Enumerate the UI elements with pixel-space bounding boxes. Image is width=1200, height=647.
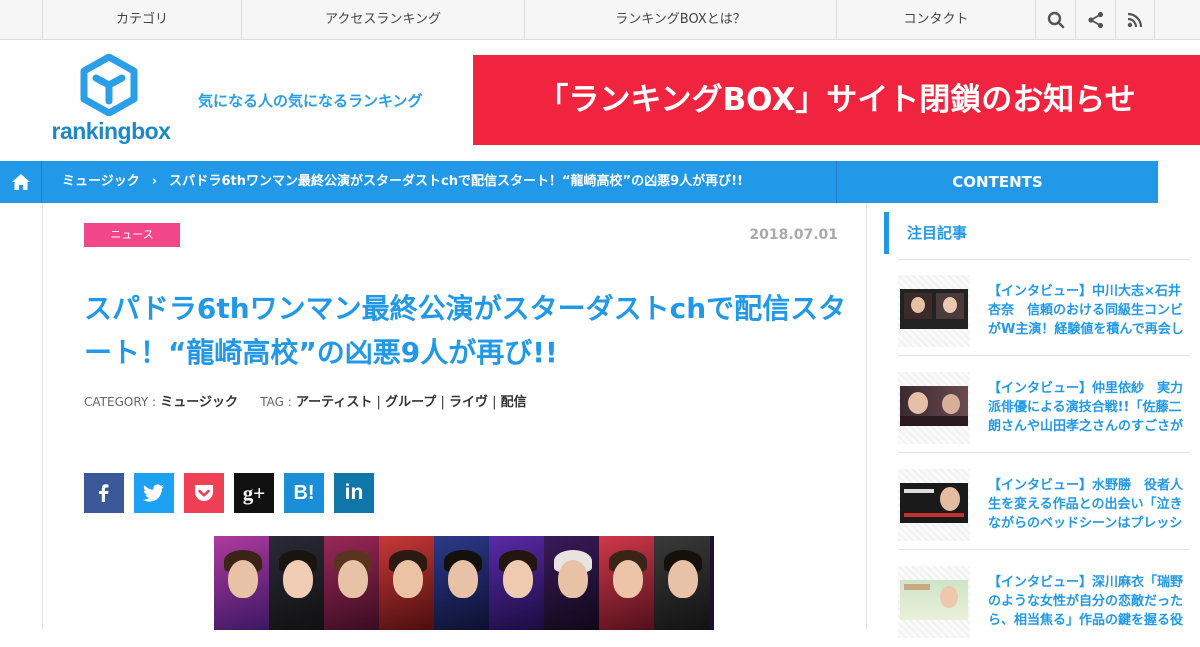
logo-wordmark: rankingbox [51, 118, 171, 144]
performer-photo [654, 536, 710, 630]
pocket-share-button[interactable] [184, 473, 224, 513]
article-thumbnail[interactable] [898, 372, 970, 444]
sidebar-article-title[interactable]: 【インタビュー】深川麻衣「瑞野のような女性が自分の恋敵だったら、相当焦る」作品の… [988, 573, 1188, 630]
rss-icon[interactable] [1115, 0, 1155, 40]
site-header: rankingbox 気になる人の気になるランキング 「ランキングBOX」サイト… [0, 40, 1200, 160]
performer-photo [379, 536, 435, 630]
nav-item-label: コンタクト [903, 12, 969, 27]
article-meta: CATEGORY : ミュージック TAG : アーティスト | グループ | … [84, 391, 527, 410]
sidebar-article-title[interactable]: 【インタビュー】中川大志×石井杏奈 信頼のおける同級生コンビがW主演！経験値を積… [988, 282, 1188, 339]
tag-separator: | [440, 395, 445, 410]
article-hero-image [214, 536, 714, 630]
chevron-right-icon: › [151, 174, 158, 189]
performer-photo [544, 536, 600, 630]
tag-separator: | [376, 395, 381, 410]
performer-photo [214, 536, 270, 630]
search-icon[interactable] [1035, 0, 1075, 40]
sidebar-article[interactable]: 【インタビュー】仲里依紗 実力派俳優による演技合戦!!「佐藤二朗さんや山田孝之さ… [898, 357, 1190, 453]
tag-link[interactable]: ライヴ [449, 395, 488, 410]
performer-photo [489, 536, 545, 630]
contents-tab[interactable]: CONTENTS [836, 161, 1158, 203]
divider [866, 203, 867, 630]
breadcrumb-current: スパドラ6thワンマン最終公演がスターダストchで配信スタート！“龍崎高校”の凶… [169, 174, 743, 189]
article-thumbnail[interactable] [898, 275, 970, 347]
pocket-icon [195, 485, 213, 501]
google-plus-share-button[interactable]: g+ [234, 473, 274, 513]
sidebar-article[interactable]: 【インタビュー】水野勝 役者人生を変える作品との出会い「泣きながらのベッドシーン… [898, 454, 1190, 550]
sidebar-article-title[interactable]: 【インタビュー】仲里依紗 実力派俳優による演技合戦!!「佐藤二朗さんや山田孝之さ… [988, 379, 1188, 436]
nav-item-about[interactable]: ランキングBOXとは？ [524, 0, 836, 40]
nav-item-label: アクセスランキング [325, 12, 441, 27]
performer-photo [324, 536, 380, 630]
nav-item-access-ranking[interactable]: アクセスランキング [241, 0, 524, 40]
twitter-icon [143, 484, 164, 502]
nav-item-category[interactable]: カテゴリ [42, 0, 241, 40]
closure-notice-banner[interactable]: 「ランキングBOX」サイト閉鎖のお知らせ [473, 55, 1200, 145]
article-title: スパドラ6thワンマン最終公演がスターダストchで配信スタート！“龍崎高校”の凶… [84, 292, 847, 369]
performer-photo [434, 536, 490, 630]
linkedin-share-button[interactable]: in [334, 473, 374, 513]
box-logo-icon [80, 54, 138, 116]
article-thumbnail[interactable] [898, 566, 970, 638]
nav-item-label: ランキングBOXとは？ [615, 12, 746, 27]
tag-separator: | [492, 395, 497, 410]
sidebar-heading: 注目記事 [884, 212, 1190, 254]
sidebar-article[interactable]: 【インタビュー】中川大志×石井杏奈 信頼のおける同級生コンビがW主演！経験値を積… [898, 260, 1190, 356]
news-badge[interactable]: ニュース [84, 223, 180, 247]
home-icon[interactable] [0, 161, 42, 203]
category-link[interactable]: ミュージック [160, 395, 238, 410]
share-icon[interactable] [1075, 0, 1115, 40]
tag-link[interactable]: アーティスト [296, 395, 372, 410]
sidebar-article[interactable]: 【インタビュー】深川麻衣「瑞野のような女性が自分の恋敵だったら、相当焦る」作品の… [898, 551, 1190, 647]
google-plus-icon: g+ [242, 480, 266, 505]
nav-item-contact[interactable]: コンタクト [836, 0, 1035, 40]
category-label: CATEGORY : [84, 395, 157, 409]
site-tagline: 気になる人の気になるランキング [198, 92, 423, 110]
hatena-bookmark-icon: B! [293, 481, 315, 504]
tag-label: TAG : [260, 395, 292, 409]
sidebar-article-title[interactable]: 【インタビュー】水野勝 役者人生を変える作品との出会い「泣きながらのベッドシーン… [988, 476, 1188, 533]
article-date: 2018.07.01 [749, 227, 838, 243]
top-navigation: カテゴリ アクセスランキング ランキングBOXとは？ コンタクト [0, 0, 1200, 40]
facebook-share-button[interactable] [84, 473, 124, 513]
tag-link[interactable]: 配信 [501, 395, 527, 410]
article-thumbnail[interactable] [898, 469, 970, 541]
nav-item-label: カテゴリ [115, 12, 168, 27]
site-logo[interactable]: rankingbox [46, 54, 176, 146]
facebook-icon [99, 484, 109, 502]
divider [42, 203, 43, 630]
breadcrumb-trail: ミュージック › スパドラ6thワンマン最終公演がスターダストchで配信スタート！“… [62, 161, 743, 203]
tag-link[interactable]: グループ [385, 395, 436, 410]
performer-photo [599, 536, 655, 630]
linkedin-icon: in [344, 481, 364, 504]
breadcrumb-category[interactable]: ミュージック [62, 174, 140, 189]
breadcrumb: ミュージック › スパドラ6thワンマン最終公演がスターダストchで配信スタート！“… [0, 161, 1158, 203]
performer-photo [269, 536, 325, 630]
twitter-share-button[interactable] [134, 473, 174, 513]
hatena-bookmark-share-button[interactable]: B! [284, 473, 324, 513]
